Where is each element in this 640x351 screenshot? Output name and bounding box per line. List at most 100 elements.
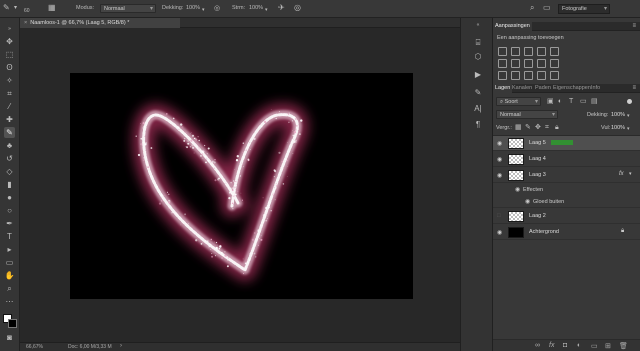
visibility-eye-icon[interactable]: ◉ <box>497 229 502 236</box>
flow-value[interactable]: 100% <box>249 5 263 11</box>
link-layers-icon[interactable]: ∞ <box>535 342 540 349</box>
brush-tool-icon[interactable]: ✎ <box>3 4 10 12</box>
new-layer-icon[interactable]: ⊞ <box>605 342 611 350</box>
path-select-tool-icon[interactable]: ▸ <box>4 244 15 255</box>
visibility-eye-icon[interactable]: ◉ <box>497 156 502 163</box>
new-group-icon[interactable]: ▭ <box>591 342 598 350</box>
tab-info[interactable]: Info <box>589 84 602 93</box>
quick-select-tool-icon[interactable]: ✧ <box>4 75 15 86</box>
adjustment-icon[interactable] <box>498 59 507 68</box>
adjustment-icon[interactable] <box>498 71 507 80</box>
dodge-tool-icon[interactable]: ○ <box>4 205 15 216</box>
visibility-eye-icon[interactable]: ◉ <box>497 172 502 179</box>
opacity-dropdown-icon[interactable]: ▾ <box>202 6 205 14</box>
tool-preset-dropdown-icon[interactable]: ▾ <box>14 4 17 12</box>
adjustment-icon[interactable] <box>537 59 546 68</box>
character-panel-icon[interactable]: A| <box>473 104 483 114</box>
document-info[interactable]: Doc: 6,00 M/3,33 M <box>68 344 112 350</box>
expand-arrow-icon[interactable]: ▾ <box>629 171 632 177</box>
adjustment-icon[interactable] <box>537 47 546 56</box>
layer-name[interactable]: Achtergrond <box>529 229 559 235</box>
history-panel-icon[interactable]: ⌸ <box>473 38 483 48</box>
brush-size-value[interactable]: 60 <box>24 8 30 14</box>
properties-panel-icon[interactable]: ⬡ <box>473 52 483 62</box>
layer-name[interactable]: Laag 2 <box>529 213 546 219</box>
pen-tool-icon[interactable]: ✒ <box>4 218 15 229</box>
adjustment-icon[interactable] <box>511 47 520 56</box>
brush-settings-icon[interactable]: ▦ <box>48 4 56 12</box>
outer-glow-effect-row[interactable]: ◉ Gloed buiten <box>493 196 640 208</box>
close-icon[interactable]: × <box>24 20 27 26</box>
layer-row-achtergrond[interactable]: ◉ Achtergrond 🔒︎ <box>493 225 640 240</box>
fill-dropdown-icon[interactable]: ▾ <box>627 125 630 133</box>
adjustment-icon[interactable] <box>511 59 520 68</box>
fill-value[interactable]: 100% <box>611 125 625 131</box>
workspace-layout-icon[interactable]: ▭ <box>543 4 551 12</box>
lock-all-icon[interactable]: 🔒︎ <box>555 124 559 132</box>
quick-mask-icon[interactable]: ◙ <box>4 332 15 343</box>
pressure-opacity-icon[interactable]: ◎ <box>214 5 220 13</box>
hand-tool-icon[interactable]: ✋ <box>4 270 15 281</box>
effects-row[interactable]: ◉ Effecten <box>493 184 640 196</box>
lock-image-icon[interactable]: ✎ <box>525 124 531 132</box>
adjustment-icon[interactable] <box>524 59 533 68</box>
layer-name[interactable]: Laag 5 <box>529 140 546 146</box>
blend-mode-select[interactable]: Normaal <box>496 110 558 119</box>
tab-channels[interactable]: Kanalen <box>510 84 534 93</box>
search-icon[interactable]: ⌕ <box>530 4 534 12</box>
healing-tool-icon[interactable]: ✚ <box>4 114 15 125</box>
background-color-swatch[interactable] <box>8 319 17 328</box>
shape-tool-icon[interactable]: ▭ <box>4 257 15 268</box>
airbrush-icon[interactable]: ✈ <box>278 4 285 12</box>
layer-name[interactable]: Laag 4 <box>529 156 546 162</box>
visibility-eye-icon[interactable]: ◉ <box>497 140 502 147</box>
adjustment-icon[interactable] <box>550 47 559 56</box>
adjustment-icon[interactable] <box>524 47 533 56</box>
filter-adjustment-icon[interactable]: ◐ <box>558 98 562 106</box>
opacity-value[interactable]: 100% <box>186 5 200 11</box>
info-arrow-icon[interactable]: › <box>120 343 122 349</box>
crop-tool-icon[interactable]: ⌗ <box>4 88 15 99</box>
layer-opacity-value[interactable]: 100% <box>611 112 625 118</box>
zoom-level[interactable]: 66,67% <box>26 344 43 350</box>
add-layer-style-icon[interactable]: fx <box>549 342 554 349</box>
filter-smart-object-icon[interactable]: ▤ <box>591 98 598 106</box>
layer-name[interactable]: Laag 3 <box>529 172 546 178</box>
visibility-eye-icon[interactable]: ◉ <box>525 198 530 205</box>
more-tools-icon[interactable]: ⋯ <box>4 296 15 307</box>
add-mask-icon[interactable]: ◘ <box>563 342 567 349</box>
opacity-dropdown-icon[interactable]: ▾ <box>627 112 630 120</box>
collapse-icon[interactable]: » <box>4 24 15 35</box>
lock-position-icon[interactable]: ✥ <box>535 124 541 132</box>
layer-row-laag-4[interactable]: ◉ Laag 4 <box>493 152 640 167</box>
filter-toggle-icon[interactable] <box>627 99 632 104</box>
adjustment-icon[interactable] <box>550 71 559 80</box>
type-tool-icon[interactable]: T <box>4 231 15 242</box>
delete-layer-icon[interactable]: 🗑︎ <box>619 342 628 350</box>
eraser-tool-icon[interactable]: ◇ <box>4 166 15 177</box>
new-adjustment-icon[interactable]: ◐ <box>577 342 581 349</box>
marquee-tool-icon[interactable]: ⬚ <box>4 49 15 60</box>
stamp-tool-icon[interactable]: ♣ <box>4 140 15 151</box>
workspace-select[interactable]: Fotografie <box>558 4 610 14</box>
lock-artboard-icon[interactable]: ⌗ <box>545 124 549 132</box>
brush-settings-panel-icon[interactable]: ✎ <box>473 88 483 98</box>
tab-paths[interactable]: Paden <box>533 84 553 93</box>
tab-properties[interactable]: Eigenschappen <box>551 84 593 93</box>
visibility-eye-icon[interactable]: ◉ <box>515 186 520 193</box>
panel-menu-icon[interactable]: ≡ <box>632 84 636 92</box>
adjustment-icon[interactable] <box>524 71 533 80</box>
gradient-tool-icon[interactable]: ▮ <box>4 179 15 190</box>
collapse-icon[interactable]: « <box>473 22 483 32</box>
layer-row-laag-3[interactable]: ◉ Laag 3 fx ▾ <box>493 168 640 183</box>
tab-adjustments[interactable]: Aanpassingen <box>493 22 532 31</box>
flow-dropdown-icon[interactable]: ▾ <box>265 6 268 14</box>
filter-shape-icon[interactable]: ▭ <box>580 98 587 106</box>
actions-play-icon[interactable]: ▶ <box>473 70 483 80</box>
document-canvas[interactable] <box>70 73 413 299</box>
move-tool-icon[interactable]: ✥ <box>4 36 15 47</box>
pressure-size-icon[interactable]: ◎ <box>294 4 301 12</box>
mode-select[interactable]: Normaal <box>100 4 156 13</box>
layer-filter-select[interactable]: ⌕ Soort <box>496 97 541 106</box>
layer-row-laag-5[interactable]: ◉ Laag 5 <box>493 136 640 151</box>
